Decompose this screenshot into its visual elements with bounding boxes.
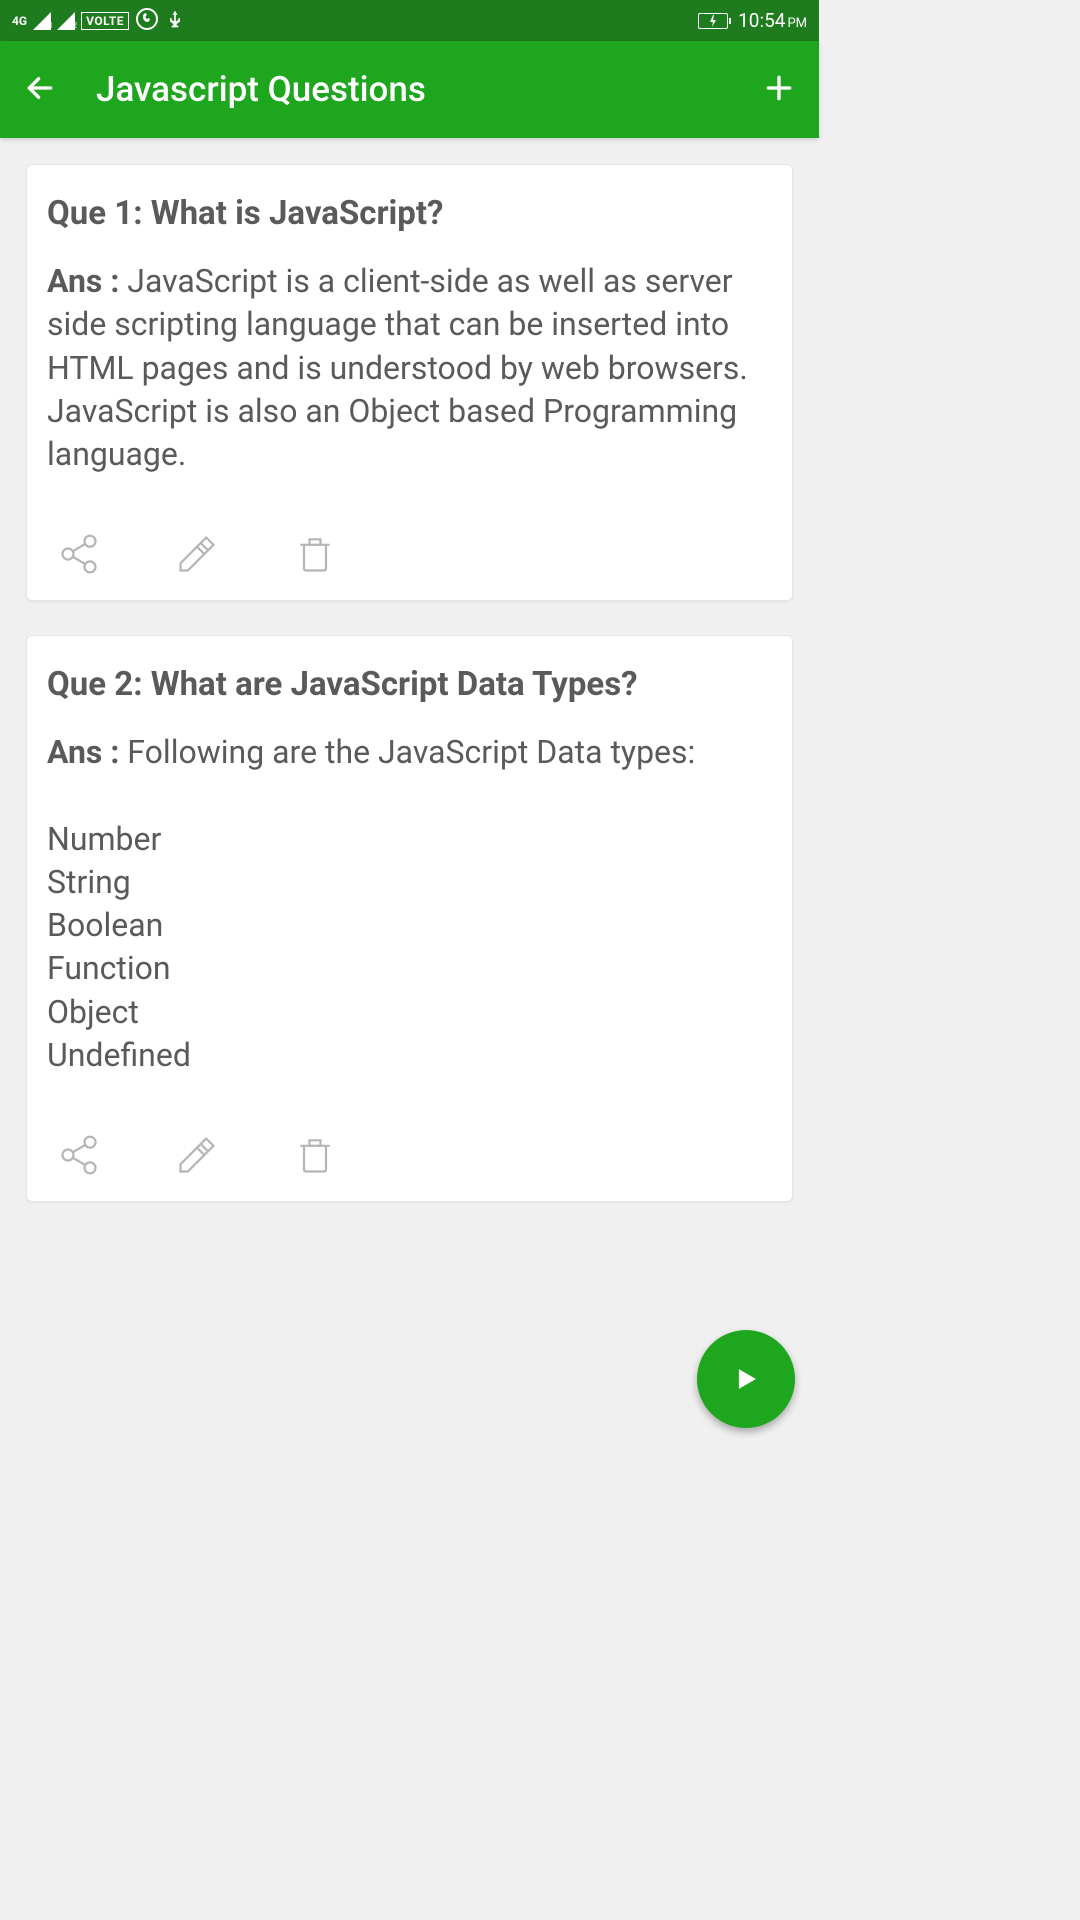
status-left: 4G 1 2 VOLTE bbox=[12, 7, 185, 35]
network-type: 4G bbox=[12, 14, 27, 28]
list-item: Number bbox=[47, 818, 772, 861]
answer-label: Ans : bbox=[47, 262, 127, 300]
question-card: Que 1: What is JavaScript? Ans : JavaScr… bbox=[26, 164, 793, 601]
list-item: Boolean bbox=[47, 904, 772, 947]
answer-text: Following are the JavaScript Data types: bbox=[127, 733, 695, 771]
add-button[interactable] bbox=[763, 72, 795, 108]
signal-2-icon: 2 bbox=[57, 12, 75, 30]
list-item: Undefined bbox=[47, 1034, 772, 1077]
content-area: Que 1: What is JavaScript? Ans : JavaScr… bbox=[0, 138, 819, 1202]
question-title: Que 1: What is JavaScript? bbox=[47, 193, 772, 234]
app-bar: Javascript Questions bbox=[0, 41, 819, 138]
volte-badge: VOLTE bbox=[81, 12, 129, 30]
edit-button[interactable] bbox=[175, 1133, 219, 1181]
share-button[interactable] bbox=[57, 1133, 101, 1181]
back-button[interactable] bbox=[24, 72, 56, 108]
answer-list: Number String Boolean Function Object Un… bbox=[47, 818, 772, 1077]
page-title: Javascript Questions bbox=[96, 69, 723, 110]
list-item: Function bbox=[47, 947, 772, 990]
play-fab-button[interactable] bbox=[697, 1330, 795, 1428]
status-time: 10:54PM bbox=[738, 9, 807, 32]
signal-1-icon: 1 bbox=[33, 12, 51, 30]
answer-text: JavaScript is a client-side as well as s… bbox=[47, 262, 748, 473]
battery-charging-icon bbox=[698, 13, 728, 29]
delete-button[interactable] bbox=[293, 532, 337, 580]
usb-icon bbox=[165, 7, 185, 35]
question-card: Que 2: What are JavaScript Data Types? A… bbox=[26, 635, 793, 1202]
whatsapp-icon bbox=[135, 7, 159, 35]
list-item: String bbox=[47, 861, 772, 904]
list-item: Object bbox=[47, 991, 772, 1034]
delete-button[interactable] bbox=[293, 1133, 337, 1181]
answer-body: Ans : Following are the JavaScript Data … bbox=[47, 731, 772, 1077]
answer-label: Ans : bbox=[47, 733, 127, 771]
card-actions bbox=[47, 1133, 772, 1181]
card-actions bbox=[47, 532, 772, 580]
question-title: Que 2: What are JavaScript Data Types? bbox=[47, 664, 772, 705]
share-button[interactable] bbox=[57, 532, 101, 580]
status-bar: 4G 1 2 VOLTE 10:54PM bbox=[0, 0, 819, 41]
status-right: 10:54PM bbox=[698, 9, 807, 32]
answer-body: Ans : JavaScript is a client-side as wel… bbox=[47, 260, 772, 476]
edit-button[interactable] bbox=[175, 532, 219, 580]
